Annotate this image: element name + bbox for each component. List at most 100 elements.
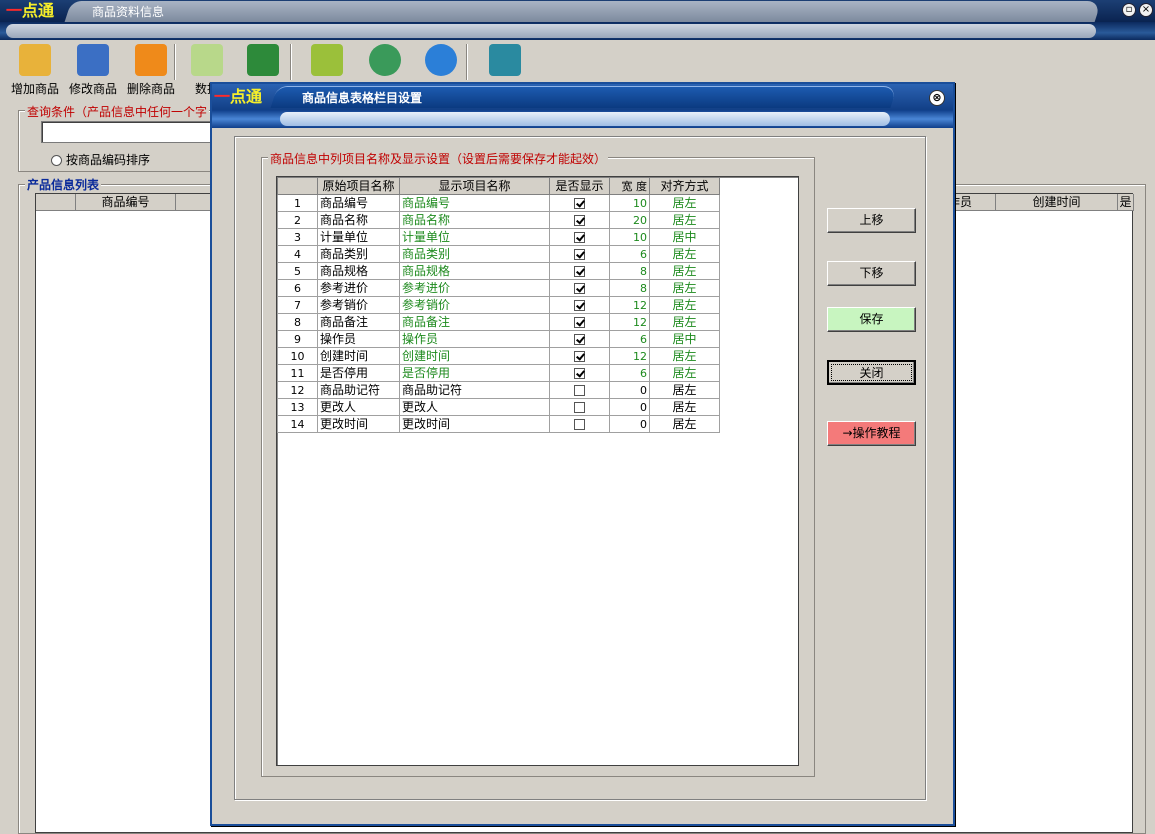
align-cell[interactable]: 居左 <box>649 296 720 314</box>
show-cell[interactable] <box>549 313 610 331</box>
show-cell[interactable] <box>549 347 610 365</box>
width-cell[interactable]: 0 <box>609 398 650 416</box>
show-checkbox[interactable] <box>574 333 585 345</box>
toolbar-button-2[interactable]: 删除商品 <box>122 42 180 96</box>
display-name-cell[interactable]: 参考进价 <box>399 279 550 297</box>
show-checkbox[interactable] <box>574 367 585 379</box>
align-cell[interactable]: 居左 <box>649 415 720 433</box>
table-row[interactable]: 12 商品助记符 商品助记符 0 居左 <box>277 381 720 399</box>
show-checkbox[interactable] <box>574 299 585 311</box>
show-cell[interactable] <box>549 228 610 246</box>
display-name-cell[interactable]: 商品规格 <box>399 262 550 280</box>
table-row[interactable]: 6 参考进价 参考进价 8 居左 <box>277 279 720 297</box>
show-cell[interactable] <box>549 398 610 416</box>
close-icon[interactable]: × <box>1139 3 1153 17</box>
show-checkbox[interactable] <box>574 197 585 209</box>
table-row[interactable]: 11 是否停用 是否停用 6 居左 <box>277 364 720 382</box>
width-cell[interactable]: 10 <box>609 194 650 212</box>
show-checkbox[interactable] <box>574 231 585 243</box>
show-checkbox[interactable] <box>574 248 585 260</box>
show-cell[interactable] <box>549 211 610 229</box>
display-name-cell[interactable]: 商品名称 <box>399 211 550 229</box>
show-cell[interactable] <box>549 364 610 382</box>
width-cell[interactable]: 20 <box>609 211 650 229</box>
toolbar-button-0[interactable]: 增加商品 <box>6 42 64 96</box>
table-row[interactable]: 2 商品名称 商品名称 20 居左 <box>277 211 720 229</box>
align-cell[interactable]: 居左 <box>649 364 720 382</box>
show-checkbox[interactable] <box>574 401 585 413</box>
show-cell[interactable] <box>549 262 610 280</box>
table-row[interactable]: 7 参考销价 参考销价 12 居左 <box>277 296 720 314</box>
align-cell[interactable]: 居左 <box>649 262 720 280</box>
show-checkbox[interactable] <box>574 316 585 328</box>
align-cell[interactable]: 居中 <box>649 330 720 348</box>
display-name-cell[interactable]: 商品类别 <box>399 245 550 263</box>
dialog-close-icon[interactable]: ⊗ <box>929 90 945 106</box>
table-row[interactable]: 9 操作员 操作员 6 居中 <box>277 330 720 348</box>
width-cell[interactable]: 12 <box>609 313 650 331</box>
show-cell[interactable] <box>549 245 610 263</box>
toolbar-button-1[interactable]: 修改商品 <box>64 42 122 96</box>
width-cell[interactable]: 6 <box>609 330 650 348</box>
tutorial-button[interactable]: →操作教程 <box>827 421 916 446</box>
align-cell[interactable]: 居左 <box>649 313 720 331</box>
show-cell[interactable] <box>549 279 610 297</box>
show-cell[interactable] <box>549 194 610 212</box>
width-cell[interactable]: 6 <box>609 364 650 382</box>
show-checkbox[interactable] <box>574 350 585 362</box>
display-name-cell[interactable]: 商品备注 <box>399 313 550 331</box>
width-cell[interactable]: 8 <box>609 279 650 297</box>
list-header-disabled[interactable]: 是 <box>1118 194 1134 211</box>
show-checkbox[interactable] <box>574 265 585 277</box>
width-cell[interactable]: 8 <box>609 262 650 280</box>
sort-option[interactable]: 按商品编码排序 <box>51 151 150 168</box>
move-down-button[interactable]: 下移 <box>827 261 916 286</box>
align-cell[interactable]: 居左 <box>649 245 720 263</box>
save-button[interactable]: 保存 <box>827 307 916 332</box>
display-name-cell[interactable]: 更改人 <box>399 398 550 416</box>
align-cell[interactable]: 居左 <box>649 279 720 297</box>
align-cell[interactable]: 居左 <box>649 398 720 416</box>
show-cell[interactable] <box>549 415 610 433</box>
list-header-code[interactable]: 商品编号 <box>76 194 176 211</box>
table-row[interactable]: 10 创建时间 创建时间 12 居左 <box>277 347 720 365</box>
align-cell[interactable]: 居左 <box>649 381 720 399</box>
align-cell[interactable]: 居左 <box>649 194 720 212</box>
width-cell[interactable]: 10 <box>609 228 650 246</box>
show-checkbox[interactable] <box>574 282 585 294</box>
show-cell[interactable] <box>549 296 610 314</box>
display-name-cell[interactable]: 创建时间 <box>399 347 550 365</box>
show-checkbox[interactable] <box>574 214 585 226</box>
show-checkbox[interactable] <box>574 418 585 430</box>
column-settings-grid[interactable]: 原始项目名称 显示项目名称 是否显示宽 度对齐方式 1 商品编号 商品编号 10 居左 2 商品… <box>276 176 799 766</box>
list-header-created[interactable]: 创建时间 <box>996 194 1118 211</box>
move-up-button[interactable]: 上移 <box>827 208 916 233</box>
show-checkbox[interactable] <box>574 384 585 396</box>
show-cell[interactable] <box>549 330 610 348</box>
sort-radio[interactable] <box>51 155 62 166</box>
table-row[interactable]: 14 更改时间 更改时间 0 居左 <box>277 415 720 433</box>
table-row[interactable]: 3 计量单位 计量单位 10 居中 <box>277 228 720 246</box>
show-cell[interactable] <box>549 381 610 399</box>
display-name-cell[interactable]: 操作员 <box>399 330 550 348</box>
align-cell[interactable]: 居左 <box>649 347 720 365</box>
table-row[interactable]: 8 商品备注 商品备注 12 居左 <box>277 313 720 331</box>
align-cell[interactable]: 居左 <box>649 211 720 229</box>
display-name-cell[interactable]: 计量单位 <box>399 228 550 246</box>
query-input[interactable] <box>41 121 221 143</box>
width-cell[interactable]: 6 <box>609 245 650 263</box>
maximize-icon[interactable]: ▫ <box>1122 3 1136 17</box>
align-cell[interactable]: 居中 <box>649 228 720 246</box>
close-button[interactable]: 关闭 <box>827 360 916 385</box>
display-name-cell[interactable]: 商品助记符 <box>399 381 550 399</box>
width-cell[interactable]: 0 <box>609 381 650 399</box>
width-cell[interactable]: 0 <box>609 415 650 433</box>
display-name-cell[interactable]: 是否停用 <box>399 364 550 382</box>
width-cell[interactable]: 12 <box>609 347 650 365</box>
display-name-cell[interactable]: 商品编号 <box>399 194 550 212</box>
table-row[interactable]: 5 商品规格 商品规格 8 居左 <box>277 262 720 280</box>
width-cell[interactable]: 12 <box>609 296 650 314</box>
display-name-cell[interactable]: 更改时间 <box>399 415 550 433</box>
display-name-cell[interactable]: 参考销价 <box>399 296 550 314</box>
table-row[interactable]: 13 更改人 更改人 0 居左 <box>277 398 720 416</box>
